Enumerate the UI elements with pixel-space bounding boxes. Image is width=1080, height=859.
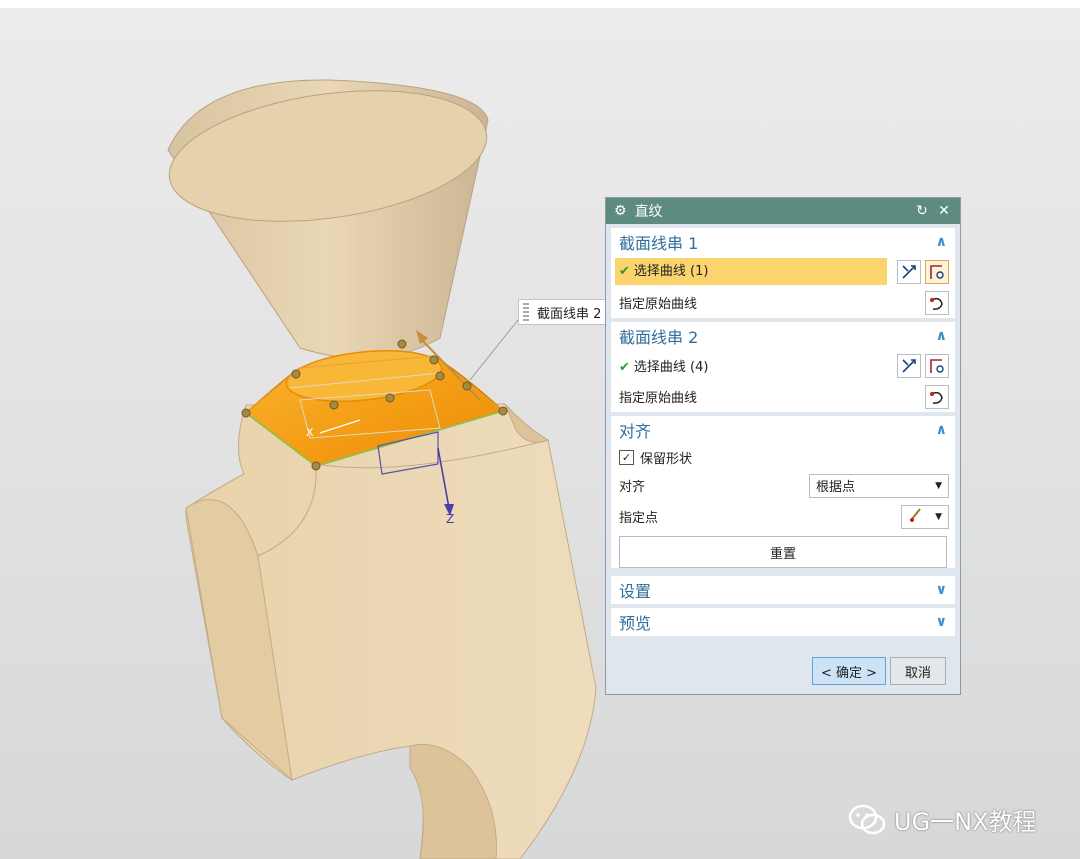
align-method-label: 对齐 — [619, 480, 646, 495]
chevron-up-icon[interactable]: ∧ — [936, 422, 947, 438]
reset-icon[interactable]: ↻ — [914, 203, 930, 219]
settings-title: 设置 — [619, 582, 652, 601]
z-axis-label: Z — [446, 512, 454, 526]
alignment-header[interactable]: 对齐 ∧ — [611, 416, 955, 444]
gear-icon[interactable]: ⚙ — [614, 203, 627, 219]
preview-title: 预览 — [619, 614, 652, 633]
align-method-dropdown[interactable]: 根据点 ▼ — [809, 473, 949, 498]
dropdown-arrow-icon: ▼ — [935, 511, 942, 522]
align-method-row: 对齐 根据点 ▼ — [611, 470, 955, 501]
reverse-direction-icon[interactable] — [897, 259, 921, 284]
section-string-1-title: 截面线串 1 — [619, 234, 699, 253]
callout-leader — [469, 319, 519, 381]
chevron-up-icon[interactable]: ∧ — [936, 328, 947, 344]
origin-curve-label: 指定原始曲线 — [619, 391, 698, 406]
section-2-select-curve-row[interactable]: ✔ 选择曲线 (4) — [611, 350, 955, 381]
reverse-direction-icon[interactable] — [897, 353, 921, 378]
curve-selection-icon[interactable] — [925, 353, 949, 378]
dialog-footer: < 确定 > 取消 — [808, 657, 946, 685]
watermark-text: UG一NX教程 — [894, 808, 1037, 836]
alignment-section: 对齐 ∧ ✓ 保留形状 对齐 根据点 ▼ 指定点 ▼ 重置 — [611, 416, 955, 568]
origin-curve-icon[interactable] — [925, 290, 949, 315]
align-method-value: 根据点 — [816, 480, 856, 495]
section-string-2: 截面线串 2 ∧ ✔ 选择曲线 (4) 指定原始曲线 — [611, 322, 955, 412]
alignment-title: 对齐 — [619, 422, 652, 441]
section-1-select-curve-row[interactable]: ✔ 选择曲线 (1) — [611, 256, 955, 287]
keep-shape-row[interactable]: ✓ 保留形状 — [611, 444, 955, 470]
callout-label: 截面线串 2 — [537, 306, 602, 322]
point-dialog-dropdown[interactable]: ▼ — [901, 504, 949, 529]
reset-button[interactable]: 重置 — [619, 536, 947, 568]
section-string-2-title: 截面线串 2 — [619, 328, 699, 347]
keep-shape-checkbox[interactable]: ✓ — [619, 449, 634, 465]
chevron-up-icon[interactable]: ∧ — [936, 234, 947, 250]
settings-section: 设置 ∨ — [611, 576, 955, 604]
preview-section: 预览 ∨ — [611, 608, 955, 636]
section-string-2-header[interactable]: 截面线串 2 ∧ — [611, 322, 955, 350]
origin-curve-label: 指定原始曲线 — [619, 297, 698, 312]
ok-button[interactable]: < 确定 > — [811, 657, 886, 685]
cancel-button[interactable]: 取消 — [890, 657, 946, 685]
select-curve-label: 选择曲线 (1) — [633, 264, 709, 279]
specify-point-label: 指定点 — [619, 511, 659, 526]
keep-shape-label: 保留形状 — [640, 451, 693, 467]
drag-grip-icon[interactable] — [523, 303, 529, 321]
preview-header[interactable]: 预览 ∨ — [611, 608, 955, 636]
dialog-titlebar[interactable]: ⚙ 直纹 ↻ ✕ — [606, 198, 960, 224]
watermark: UG一NX教程 — [848, 802, 1037, 837]
point-dialog-icon — [908, 507, 935, 527]
settings-header[interactable]: 设置 ∨ — [611, 576, 955, 604]
specify-point-row: 指定点 ▼ — [611, 501, 955, 532]
wechat-icon — [848, 804, 886, 834]
select-curve-label: 选择曲线 (4) — [633, 360, 709, 375]
chevron-down-icon[interactable]: ∨ — [936, 582, 947, 598]
svg-text:X: X — [306, 426, 314, 439]
origin-curve-icon[interactable] — [925, 384, 949, 409]
dropdown-arrow-icon: ▼ — [935, 480, 942, 491]
checkmark-icon: ✔ — [619, 360, 630, 375]
section-2-origin-curve-row[interactable]: 指定原始曲线 — [611, 381, 955, 412]
ruled-dialog: ⚙ 直纹 ↻ ✕ 截面线串 1 ∧ ✔ 选择曲线 (1) 指定原始曲线 截面线串… — [605, 197, 961, 695]
section-1-origin-curve-row[interactable]: 指定原始曲线 — [611, 287, 955, 318]
chevron-down-icon[interactable]: ∨ — [936, 614, 947, 630]
section-string-2-callout: 截面线串 2 — [518, 299, 609, 325]
curve-selection-icon[interactable] — [925, 259, 949, 284]
close-icon[interactable]: ✕ — [936, 203, 952, 219]
checkmark-icon: ✔ — [619, 264, 630, 279]
section-string-1-header[interactable]: 截面线串 1 ∧ — [611, 228, 955, 256]
section-string-1: 截面线串 1 ∧ ✔ 选择曲线 (1) 指定原始曲线 — [611, 228, 955, 318]
dialog-title: 直纹 — [634, 204, 663, 220]
